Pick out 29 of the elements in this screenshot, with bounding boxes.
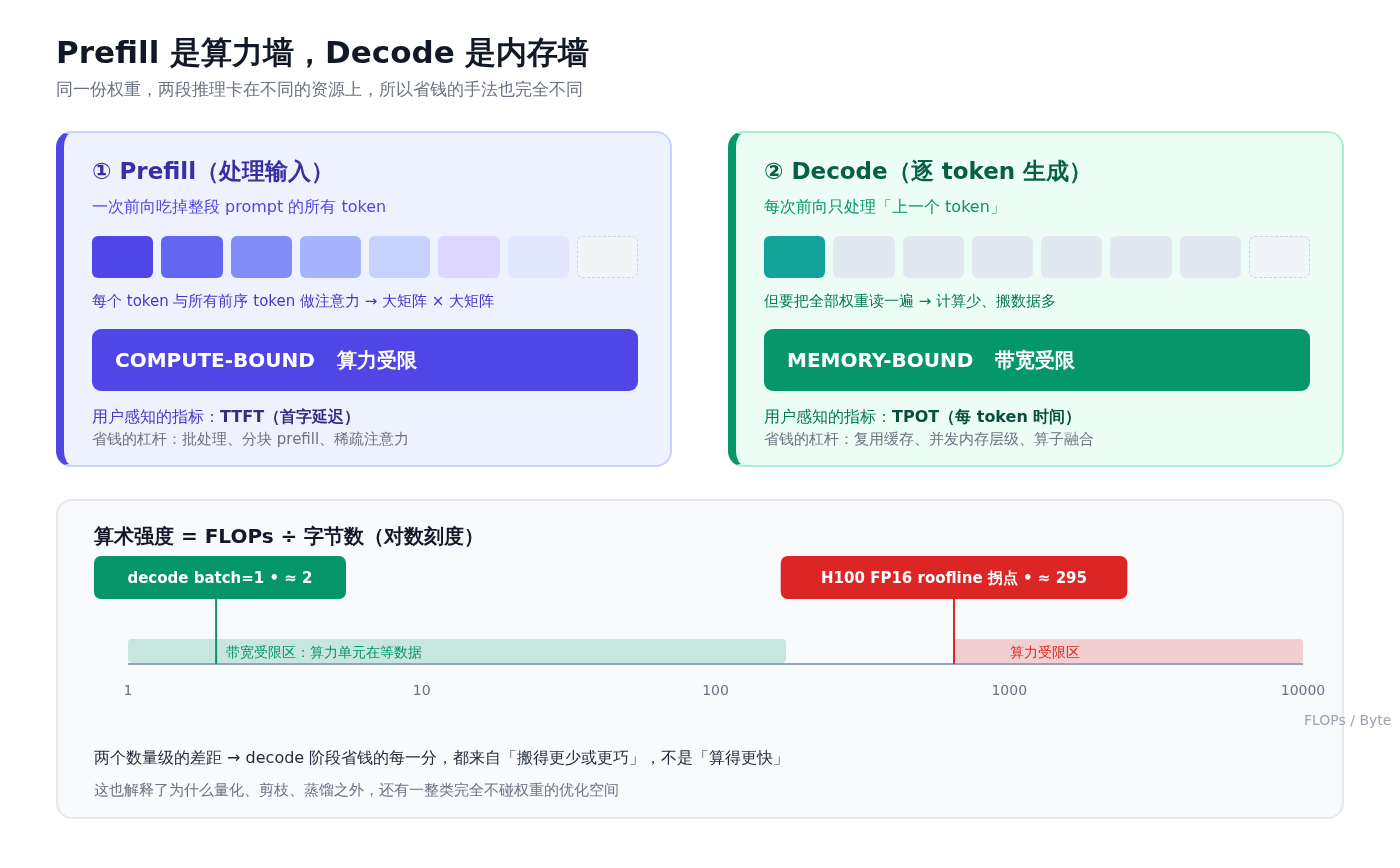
tick-label: 1000 (991, 682, 1028, 698)
bound-label-cn: 算力受限 (336, 346, 417, 374)
marker-callout: decode batch=1 • ≈ 2 (94, 556, 346, 599)
bound-label-cn: 带宽受限 (995, 346, 1076, 374)
metric-text: 用户感知的指标：TPOT（每 token 时间） (764, 407, 1083, 428)
zone-label: 算力受限区 (1010, 644, 1081, 660)
card-note: 但要把全部权重读一遍 → 计算少、搬数据多 (764, 292, 1058, 311)
tick-label: 1 (123, 682, 133, 698)
conclusion-text: 两个数量级的差距 → decode 阶段省钱的每一分，都来自「搬得更少或更巧」，不是「算得更快」 (94, 748, 791, 769)
levers-text: 省钱的杠杆：批处理、分块 prefill、稀疏注意力 (92, 430, 411, 449)
panel-title: 算术强度 = FLOPs ÷ 字节数（对数刻度） (94, 523, 486, 550)
card-title: ① Prefill（处理输入） (92, 157, 336, 186)
page-subtitle: 同一份权重，两段推理卡在不同的资源上，所以省钱的手法也完全不同 (56, 78, 584, 101)
footnote-text: 这也解释了为什么量化、剪枝、蒸馏之外，还有一整类完全不碰权重的优化空间 (94, 781, 620, 800)
card-title: ② Decode（逐 token 生成） (764, 157, 1094, 186)
zone-label: 带宽受限区：算力单元在等数据 (226, 644, 422, 660)
page-title: Prefill 是算力墙，Decode 是内存墙 (56, 33, 591, 72)
card-subtitle: 一次前向吃掉整段 prompt 的所有 token (92, 197, 388, 218)
axis-label: FLOPs / Byte (1304, 712, 1392, 728)
tick-label: 10000 (1280, 682, 1326, 698)
metric-text: 用户感知的指标：TTFT（首字延迟） (92, 407, 362, 428)
bound-label: MEMORY-BOUND (787, 348, 974, 372)
card-subtitle: 每次前向只处理「上一个 token」 (764, 197, 1007, 218)
levers-text: 省钱的杠杆：复用缓存、并发内存层级、算子融合 (764, 430, 1095, 449)
tick-label: 10 (412, 682, 431, 698)
tick-label: 100 (702, 682, 729, 698)
card-note: 每个 token 与所有前序 token 做注意力 → 大矩阵 × 大矩阵 (92, 292, 496, 311)
bound-label: COMPUTE-BOUND (115, 348, 315, 372)
marker-callout: H100 FP16 roofline 拐点 • ≈ 295 (780, 556, 1128, 599)
